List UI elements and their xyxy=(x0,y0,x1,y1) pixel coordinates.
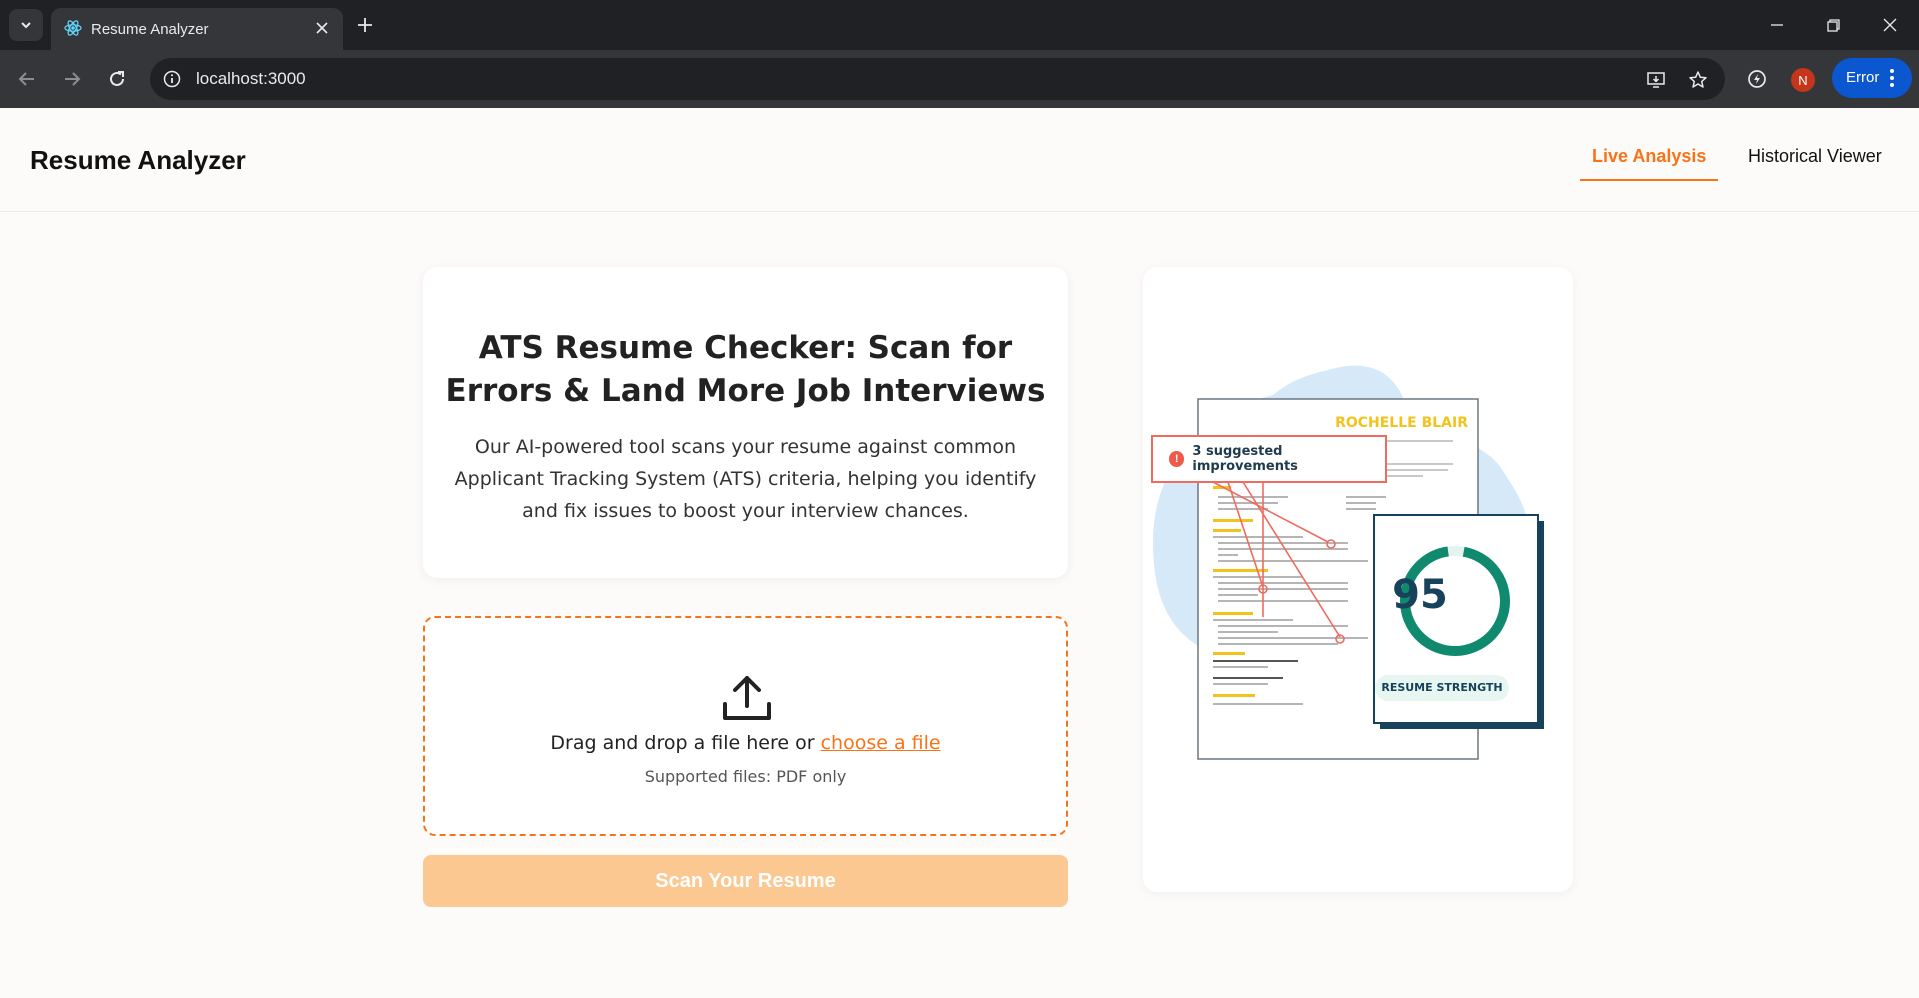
minimize-icon[interactable] xyxy=(1764,12,1790,38)
resume-illustration xyxy=(1153,365,1544,760)
profile-avatar[interactable]: N xyxy=(1791,68,1815,92)
new-tab-icon[interactable] xyxy=(354,14,376,36)
info-icon[interactable] xyxy=(162,69,182,89)
install-app-icon[interactable] xyxy=(1645,69,1667,91)
improvements-callout: ! 3 suggested improvements xyxy=(1151,435,1387,483)
restore-icon[interactable] xyxy=(1820,12,1846,38)
browser-tab[interactable]: Resume Analyzer xyxy=(51,8,343,50)
illustration-card: ROCHELLE BLAIR ! 3 suggested improvement… xyxy=(1143,267,1573,892)
tab-live-analysis[interactable]: Live Analysis xyxy=(1580,146,1719,181)
browser-tabbar: Resume Analyzer xyxy=(0,0,1919,50)
choose-file-link[interactable]: choose a file xyxy=(821,732,941,754)
upload-icon xyxy=(723,676,771,720)
forward-arrow-icon[interactable] xyxy=(59,66,85,92)
star-icon[interactable] xyxy=(1687,69,1709,91)
dropzone-prompt: Drag and drop a file here or choose a fi… xyxy=(425,732,1066,754)
close-icon[interactable] xyxy=(313,19,331,37)
reload-icon[interactable] xyxy=(104,66,130,92)
hero-description: Our AI-powered tool scans your resume ag… xyxy=(454,436,1037,522)
more-vert-icon xyxy=(1890,69,1894,87)
tab-search-button[interactable] xyxy=(9,9,43,41)
file-dropzone[interactable]: Drag and drop a file here or choose a fi… xyxy=(423,616,1068,836)
tab-title: Resume Analyzer xyxy=(91,21,209,38)
app-brand: Resume Analyzer xyxy=(30,145,246,175)
error-label: Error xyxy=(1846,69,1880,86)
window-close-icon[interactable] xyxy=(1877,12,1903,38)
scan-resume-button[interactable]: Scan Your Resume xyxy=(423,855,1068,907)
score-value: 95 xyxy=(1392,572,1448,618)
react-icon xyxy=(64,20,82,36)
supported-files-note: Supported files: PDF only xyxy=(644,767,847,786)
browser-toolbar: localhost:3000 N Error xyxy=(0,50,1919,108)
error-button[interactable]: Error xyxy=(1832,58,1912,98)
app-header: Resume Analyzer Live Analysis Historical… xyxy=(0,108,1919,212)
resume-candidate-name: ROCHELLE BLAIR xyxy=(1335,415,1468,431)
hero-title: ATS Resume Checker: Scan for Errors & La… xyxy=(445,330,1046,409)
dropzone-prompt-text: Drag and drop a file here or xyxy=(550,732,815,754)
callout-text: 3 suggested improvements xyxy=(1192,444,1298,474)
chevron-down-icon xyxy=(21,22,31,29)
score-label: RESUME STRENGTH xyxy=(1375,675,1509,701)
address-bar[interactable]: localhost:3000 xyxy=(150,58,1725,100)
url-text: localhost:3000 xyxy=(196,69,306,88)
performance-icon[interactable] xyxy=(1744,66,1770,92)
back-arrow-icon[interactable] xyxy=(14,66,40,92)
hero-card: ATS Resume Checker: Scan for Errors & La… xyxy=(423,267,1068,578)
alert-icon: ! xyxy=(1169,451,1185,467)
tab-historical-viewer[interactable]: Historical Viewer xyxy=(1748,146,1882,179)
